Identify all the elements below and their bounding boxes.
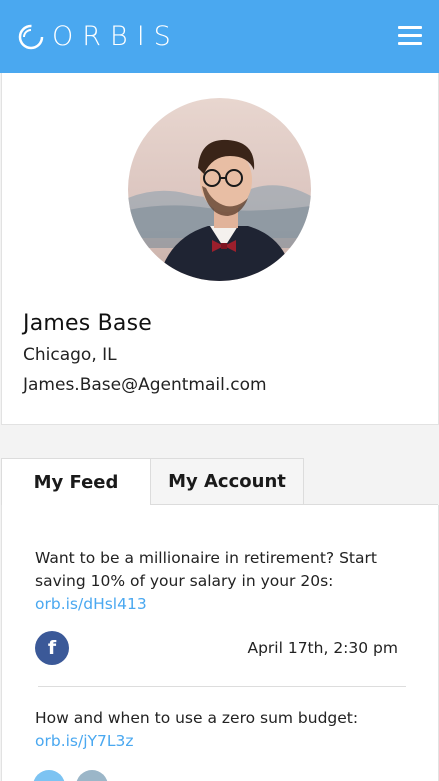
avatar-photo — [128, 98, 311, 281]
tab-bar: My Feed My Account — [0, 458, 439, 506]
avatar — [128, 98, 311, 281]
orbis-logo-icon — [18, 24, 44, 50]
brand-name: ORBIS — [52, 21, 180, 52]
facebook-icon[interactable]: f — [35, 631, 69, 665]
feed-divider — [38, 686, 406, 687]
tab-my-account[interactable]: My Account — [150, 458, 304, 505]
feed-item-timestamp: April 17th, 2:30 pm — [247, 639, 398, 657]
twitter-icon[interactable] — [33, 770, 65, 781]
profile-location: Chicago, IL — [23, 345, 117, 365]
feed-item-body: How and when to use a zero sum budget: — [35, 709, 359, 727]
feed-item-text: How and when to use a zero sum budget: o… — [35, 707, 415, 753]
brand-logo[interactable]: ORBIS — [18, 20, 180, 54]
profile-card: James Base Chicago, IL James.Base@Agentm… — [1, 73, 439, 425]
feed-item-link[interactable]: orb.is/dHsl413 — [35, 595, 147, 613]
profile-email[interactable]: James.Base@Agentmail.com — [23, 375, 267, 395]
feed-item-text: Want to be a millionaire in retirement? … — [35, 547, 415, 616]
feed-item-body: Want to be a millionaire in retirement? … — [35, 549, 377, 590]
top-bar: ORBIS — [0, 0, 439, 73]
profile-name: James Base — [23, 311, 152, 336]
hamburger-menu-icon[interactable] — [395, 22, 425, 50]
feed-list: Want to be a millionaire in retirement? … — [1, 505, 439, 781]
feed-item-link[interactable]: orb.is/jY7L3z — [35, 732, 134, 750]
app-root: ORBIS James Base Chicago, IL James.Base@… — [0, 0, 439, 781]
tab-my-feed[interactable]: My Feed — [1, 458, 151, 506]
linkedin-icon[interactable] — [76, 770, 108, 781]
